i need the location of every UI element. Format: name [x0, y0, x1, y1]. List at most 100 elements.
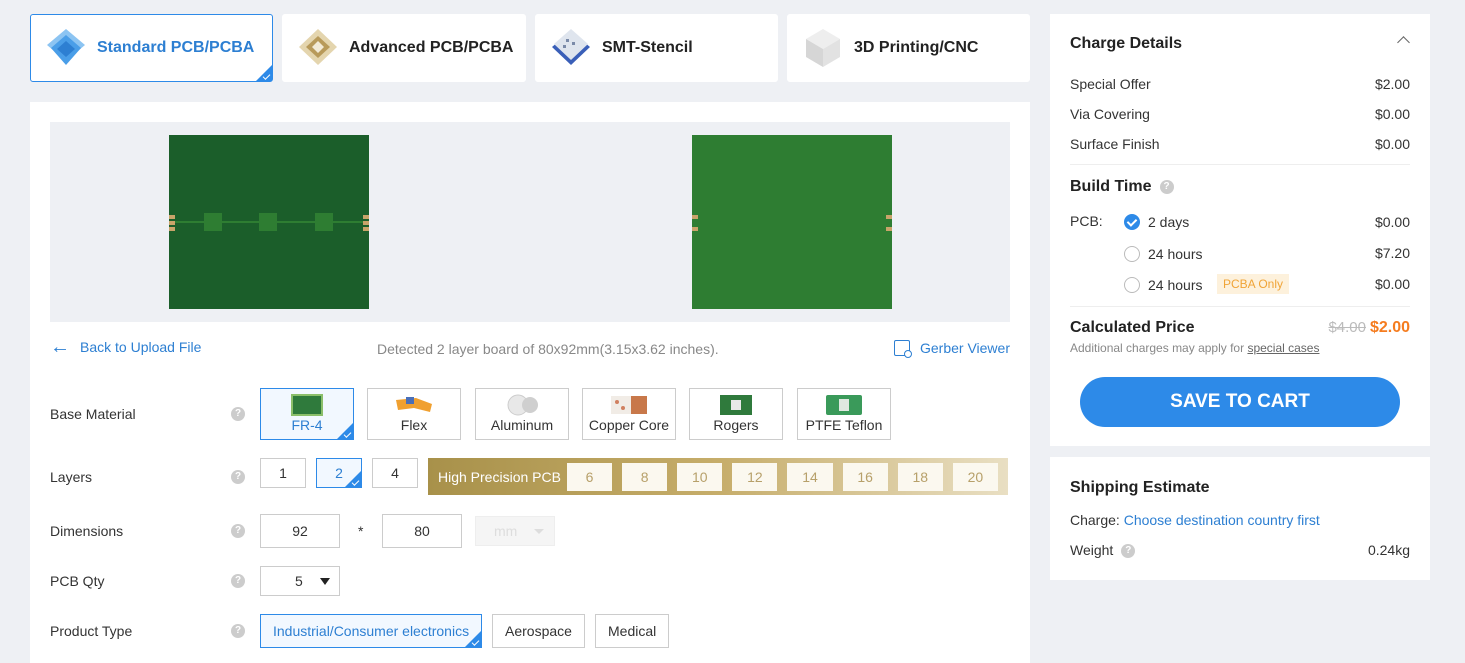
selected-check-icon [465, 631, 482, 647]
help-icon[interactable]: ? [231, 574, 245, 588]
build-time-radio-2-days[interactable] [1124, 214, 1140, 230]
gerber-viewer-link[interactable]: Gerber Viewer [893, 340, 1010, 358]
copper-core-icon [609, 394, 649, 416]
gerber-viewer-icon [893, 340, 912, 358]
pcb-build-label: PCB: [1070, 213, 1103, 229]
tab-label: 3D Printing/CNC [854, 39, 979, 56]
back-to-upload-link[interactable]: ← Back to Upload File [50, 336, 202, 358]
tab-label: Advanced PCB/PCBA [349, 39, 514, 56]
pcb-qty-select[interactable]: 5 [260, 566, 340, 596]
help-icon[interactable]: ? [1121, 544, 1136, 559]
build-option-label: 24 hours [1148, 277, 1203, 293]
smt-stencil-icon [548, 25, 594, 71]
arrow-left-icon: ← [50, 336, 70, 358]
charge-value: $0.00 [1374, 136, 1410, 152]
layer-option-14[interactable]: 14 [787, 462, 833, 491]
help-icon[interactable]: ? [231, 470, 245, 484]
build-option-price: $0.00 [1374, 214, 1410, 230]
help-icon[interactable]: ? [231, 407, 245, 421]
gerber-label: Gerber Viewer [919, 340, 1010, 356]
high-precision-pcb-bar: High Precision PCB 6 8 10 12 14 16 18 20 [428, 458, 1008, 495]
save-to-cart-button[interactable]: SAVE TO CART [1080, 377, 1400, 427]
charges-note: Additional charges may apply for special… [1070, 341, 1319, 355]
charge-row-surface-finish: Surface Finish $0.00 [1070, 136, 1410, 152]
pcb-qty-label: PCB Qty [50, 573, 105, 589]
product-type-aerospace[interactable]: Aerospace [492, 614, 585, 648]
gerber-preview [50, 122, 1010, 322]
material-copper-core[interactable]: Copper Core [582, 388, 676, 440]
tab-advanced-pcb[interactable]: Advanced PCB/PCBA [282, 14, 526, 82]
tab-standard-pcb[interactable]: Standard PCB/PCBA [30, 14, 273, 82]
selected-check-icon [337, 423, 353, 439]
pcb-config-panel: ← Back to Upload File Detected 2 layer b… [30, 102, 1030, 663]
help-icon[interactable]: ? [1159, 179, 1174, 194]
build-time-radio-24-hours-pcba[interactable] [1124, 277, 1140, 293]
charge-details-panel: Charge Details Special Offer $2.00 Via C… [1050, 14, 1430, 446]
advanced-pcb-icon [295, 25, 341, 71]
pcba-only-badge: PCBA Only [1217, 274, 1290, 294]
charge-row-via-covering: Via Covering $0.00 [1070, 106, 1410, 122]
calculated-price-value: $2.00 [1369, 319, 1410, 336]
build-time-label: Build Time [1070, 178, 1152, 195]
charge-value: $0.00 [1374, 106, 1410, 122]
material-rogers[interactable]: Rogers [689, 388, 783, 440]
build-time-radio-24-hours[interactable] [1124, 246, 1140, 262]
selected-check-icon [256, 65, 272, 81]
shipping-estimate-panel: Shipping Estimate Charge: Choose destina… [1050, 457, 1430, 580]
material-aluminum[interactable]: Aluminum [475, 388, 569, 440]
tab-smt-stencil[interactable]: SMT-Stencil [535, 14, 778, 82]
tab-3d-printing[interactable]: 3D Printing/CNC [787, 14, 1030, 82]
product-type-industrial[interactable]: Industrial/Consumer electronics [260, 614, 483, 648]
divider [1070, 306, 1410, 307]
build-option-price: $7.20 [1374, 245, 1410, 261]
3d-printing-icon [800, 25, 846, 71]
unit-select[interactable]: mm [475, 516, 555, 546]
dimension-height-input[interactable]: 92 [260, 514, 340, 548]
qty-value: 5 [295, 573, 303, 589]
selected-check-icon [345, 471, 361, 487]
chevron-down-icon [320, 578, 330, 585]
layer-option-8[interactable]: 8 [622, 462, 668, 491]
layer-option-10[interactable]: 10 [677, 462, 723, 491]
material-label: Rogers [713, 417, 759, 433]
divider [1070, 164, 1410, 165]
help-icon[interactable]: ? [231, 624, 245, 638]
standard-pcb-icon [43, 25, 89, 71]
layer-option-6[interactable]: 6 [566, 462, 613, 491]
material-flex[interactable]: Flex [367, 388, 461, 440]
build-option-price: $0.00 [1374, 276, 1410, 292]
calculated-price-title: Calculated Price [1070, 319, 1195, 336]
layer-option-12[interactable]: 12 [732, 462, 778, 491]
material-fr4[interactable]: FR-4 [260, 388, 354, 440]
build-option-label: 2 days [1148, 214, 1190, 230]
charge-label: Surface Finish [1070, 136, 1160, 152]
weight-row: Weight? [1070, 542, 1136, 559]
layer-option-1[interactable]: 1 [260, 458, 306, 488]
choose-country-link[interactable]: Choose destination country first [1124, 512, 1320, 528]
layer-option-4[interactable]: 4 [372, 458, 418, 488]
layer-option-16[interactable]: 16 [842, 462, 888, 491]
tab-label: SMT-Stencil [602, 39, 693, 56]
material-label: PTFE Teflon [805, 417, 883, 433]
charge-label: Special Offer [1070, 76, 1151, 92]
original-price: $4.00 [1328, 319, 1366, 336]
layers-label: Layers [50, 469, 93, 485]
material-ptfe-teflon[interactable]: PTFE Teflon [797, 388, 891, 440]
layer-label: 2 [335, 465, 343, 481]
chevron-up-icon[interactable] [1397, 36, 1410, 49]
help-icon[interactable]: ? [231, 524, 245, 538]
tab-label: Standard PCB/PCBA [97, 39, 255, 56]
flex-icon [394, 394, 434, 416]
charge-row-special-offer: Special Offer $2.00 [1070, 76, 1410, 92]
layer-option-20[interactable]: 20 [952, 462, 998, 491]
detected-board-text: Detected 2 layer board of 80x92mm(3.15x3… [377, 341, 719, 357]
product-type-medical[interactable]: Medical [595, 614, 670, 648]
product-type-label: Product Type [50, 623, 133, 639]
special-cases-link[interactable]: special cases [1247, 341, 1319, 355]
back-label: Back to Upload File [80, 339, 202, 355]
layer-option-18[interactable]: 18 [897, 462, 943, 491]
layer-option-2[interactable]: 2 [316, 458, 362, 488]
shipping-charge-row: Charge: Choose destination country first [1070, 512, 1320, 528]
charge-details-title: Charge Details [1070, 35, 1183, 52]
dimension-width-input[interactable]: 80 [382, 514, 462, 548]
